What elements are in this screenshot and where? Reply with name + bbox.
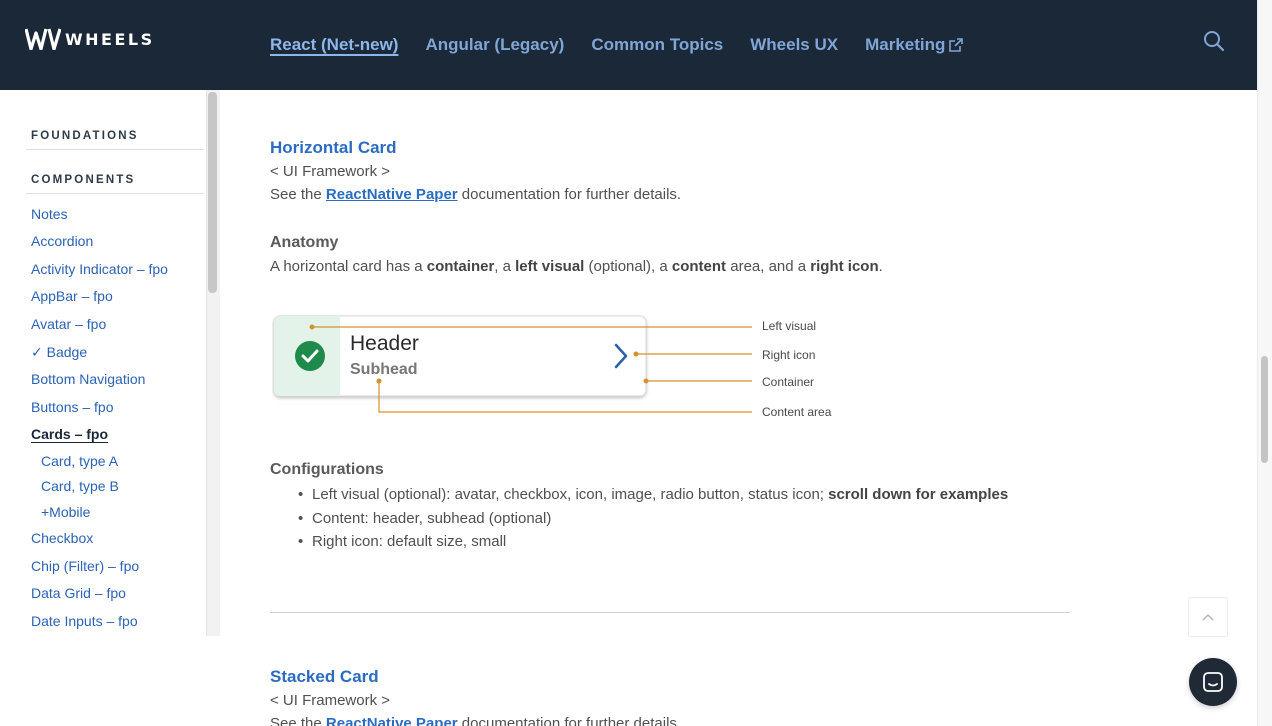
list-item: Left visual (optional): avatar, checkbox… xyxy=(298,486,1008,510)
chat-launcher-button[interactable] xyxy=(1189,658,1237,706)
page-scrollbar-thumb[interactable] xyxy=(1261,356,1268,463)
anatomy-text-1: A horizontal card has a xyxy=(270,258,427,275)
see-docs-pre: See the xyxy=(270,186,326,203)
sidebar-item-buttons[interactable]: Buttons – fpo xyxy=(31,399,114,415)
sidebar-item-data-grid[interactable]: Data Grid – fpo xyxy=(31,585,126,601)
main-nav: React (Net-new) Angular (Legacy) Common … xyxy=(270,35,964,55)
anatomy-heading: Anatomy xyxy=(270,234,339,251)
ui-framework-label-2: < UI Framework > xyxy=(270,692,391,709)
anatomy-bold-container: container xyxy=(426,258,495,275)
callout-dot-content-area xyxy=(376,378,382,384)
anatomy-bold-content: content xyxy=(671,258,727,275)
nav-marketing-label: Marketing xyxy=(865,35,946,54)
ui-framework-label: < UI Framework > xyxy=(270,163,391,180)
anatomy-text-5: . xyxy=(878,258,883,275)
sidebar-item-chip-filter[interactable]: Chip (Filter) – fpo xyxy=(31,558,139,574)
sidebar-item-mobile[interactable]: +Mobile xyxy=(41,504,90,520)
callout-dot-container xyxy=(643,378,649,384)
nav-marketing[interactable]: Marketing xyxy=(865,35,964,55)
callout-label-container: Container xyxy=(762,375,815,389)
sidebar-section-components[interactable]: COMPONENTS xyxy=(31,174,135,186)
see-docs-text-2: See the ReactNative Paper documentation … xyxy=(270,715,681,726)
see-docs-post: documentation for further details. xyxy=(457,186,682,203)
sidebar-section-foundations[interactable]: FOUNDATIONS xyxy=(31,130,139,142)
config-content-text: Content: header, subhead (optional) xyxy=(312,509,552,527)
sidebar-item-checkbox[interactable]: Checkbox xyxy=(31,530,93,546)
sidebar-item-appbar[interactable]: AppBar – fpo xyxy=(31,288,113,304)
search-icon[interactable] xyxy=(1203,30,1225,52)
checkmark-circle-icon xyxy=(295,341,325,371)
list-item: Content: header, subhead (optional) xyxy=(298,510,1008,534)
chat-icon xyxy=(1203,672,1223,692)
anatomy-bold-left-visual: left visual xyxy=(515,258,585,275)
sidebar-scrollbar-thumb[interactable] xyxy=(208,92,217,293)
callout-label-content-area: Content area xyxy=(762,405,832,419)
sidebar-item-card-type-a[interactable]: Card, type A xyxy=(41,453,118,469)
sidebar-item-date-inputs[interactable]: Date Inputs – fpo xyxy=(31,613,138,629)
card-subhead-text: Subhead xyxy=(350,361,418,378)
see-docs-post-2: documentation for further details. xyxy=(457,715,682,726)
nav-common-topics[interactable]: Common Topics xyxy=(591,35,723,55)
sidebar-item-cards[interactable]: Cards – fpo xyxy=(31,426,108,442)
configurations-list: Left visual (optional): avatar, checkbox… xyxy=(298,486,1008,557)
sidebar-item-notes[interactable]: Notes xyxy=(31,206,68,222)
card-header-text: Header xyxy=(350,332,419,355)
sidebar-item-bottom-navigation[interactable]: Bottom Navigation xyxy=(31,371,145,387)
config-scroll-hint: scroll down for examples xyxy=(828,486,1009,503)
top-header: WHEELS React (Net-new) Angular (Legacy) … xyxy=(0,0,1257,90)
divider xyxy=(26,193,204,194)
anatomy-text-4: area, and a xyxy=(726,258,811,275)
reactnative-paper-link[interactable]: ReactNative Paper xyxy=(326,186,458,203)
callout-dot-left-visual xyxy=(309,324,315,330)
callout-dot-right-icon xyxy=(633,351,639,357)
sidebar-item-avatar[interactable]: Avatar – fpo xyxy=(31,316,106,332)
configurations-heading: Configurations xyxy=(270,461,384,478)
wheels-logo-icon xyxy=(25,28,61,50)
nav-angular[interactable]: Angular (Legacy) xyxy=(425,35,564,55)
nav-react[interactable]: React (Net-new) xyxy=(270,35,398,55)
callout-label-right-icon: Right icon xyxy=(762,348,816,362)
anatomy-text-2: , a xyxy=(494,258,516,275)
anatomy-text-3: (optional), a xyxy=(584,258,672,275)
reactnative-paper-link-2[interactable]: ReactNative Paper xyxy=(326,715,458,726)
sidebar-item-activity-indicator[interactable]: Activity Indicator – fpo xyxy=(31,261,168,277)
external-link-icon xyxy=(949,38,964,52)
see-docs-pre-2: See the xyxy=(270,715,326,726)
chevron-up-icon xyxy=(1202,613,1214,621)
sidebar-item-accordion[interactable]: Accordion xyxy=(31,233,93,249)
sidebar xyxy=(0,90,220,636)
anatomy-bold-right-icon: right icon xyxy=(810,258,879,275)
stacked-card-heading[interactable]: Stacked Card xyxy=(270,667,379,687)
config-right-icon-text: Right icon: default size, small xyxy=(312,533,507,550)
anatomy-description: A horizontal card has a container, a lef… xyxy=(270,258,883,275)
config-left-visual-text: Left visual (optional): avatar, checkbox… xyxy=(312,486,829,503)
see-docs-text: See the ReactNative Paper documentation … xyxy=(270,186,681,203)
sidebar-item-badge[interactable]: ✓ Badge xyxy=(31,344,87,361)
divider xyxy=(26,149,204,150)
list-item: Right icon: default size, small xyxy=(298,533,1008,557)
wheels-logo[interactable]: WHEELS xyxy=(25,28,155,50)
horizontal-card-heading[interactable]: Horizontal Card xyxy=(270,138,397,158)
sidebar-item-card-type-b[interactable]: Card, type B xyxy=(41,478,119,494)
nav-wheels-ux[interactable]: Wheels UX xyxy=(750,35,838,55)
section-divider xyxy=(270,612,1070,613)
back-to-top-button[interactable] xyxy=(1188,597,1228,637)
callout-label-left-visual: Left visual xyxy=(762,319,817,333)
brand-name: WHEELS xyxy=(65,29,155,49)
